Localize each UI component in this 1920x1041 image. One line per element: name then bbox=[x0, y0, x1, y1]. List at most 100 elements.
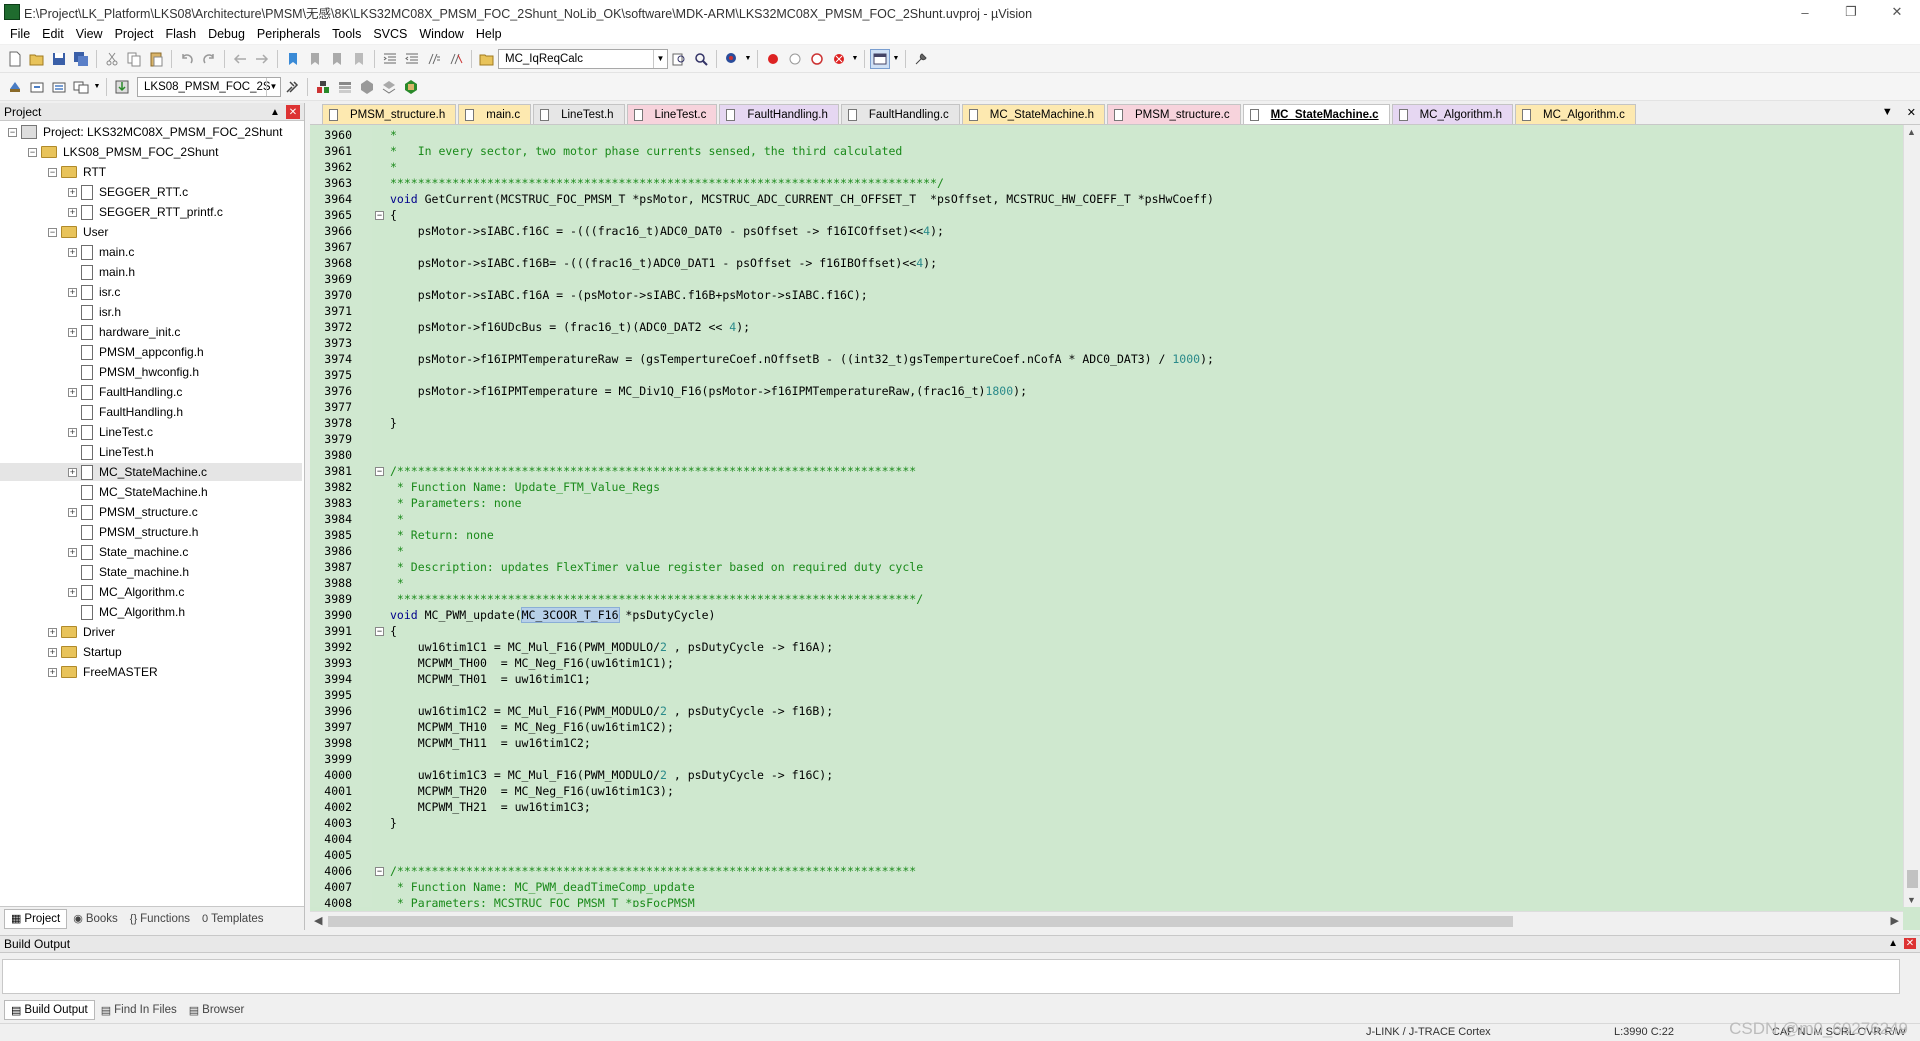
expand-icon[interactable]: + bbox=[68, 187, 77, 197]
expand-icon[interactable]: + bbox=[48, 667, 57, 677]
editor-tab[interactable]: MC_Algorithm.h bbox=[1391, 104, 1514, 124]
manage-rte-icon[interactable] bbox=[401, 77, 421, 97]
save-all-icon[interactable] bbox=[71, 49, 91, 69]
undo-icon[interactable] bbox=[177, 49, 197, 69]
expand-icon[interactable]: + bbox=[68, 467, 77, 477]
menu-view[interactable]: View bbox=[70, 24, 109, 44]
fold-icon[interactable]: − bbox=[375, 867, 384, 876]
expand-icon[interactable]: + bbox=[48, 627, 57, 637]
tab-browser[interactable]: ▤ Browser bbox=[183, 1000, 251, 1020]
close-panel-icon[interactable]: ✕ bbox=[286, 105, 300, 119]
horizontal-scroll-thumb[interactable] bbox=[328, 916, 1513, 927]
incremental-find-icon[interactable] bbox=[691, 49, 711, 69]
tree-item[interactable]: PMSM_appconfig.h bbox=[68, 343, 204, 361]
tree-item[interactable]: − Project: LKS32MC08X_PMSM_FOC_2Shunt bbox=[8, 123, 282, 141]
editor-tab[interactable]: PMSM_structure.h bbox=[322, 104, 457, 124]
editor-tab[interactable]: MC_StateMachine.c bbox=[1242, 104, 1390, 124]
find-in-files-icon[interactable] bbox=[477, 49, 497, 69]
open-folder-icon[interactable] bbox=[27, 49, 47, 69]
pin-icon[interactable]: ▲ bbox=[1888, 938, 1898, 949]
expand-icon[interactable]: + bbox=[68, 587, 77, 597]
tree-item[interactable]: MC_StateMachine.h bbox=[68, 483, 208, 501]
find-icon[interactable] bbox=[669, 49, 689, 69]
tree-item[interactable]: main.h bbox=[68, 263, 135, 281]
expand-icon[interactable]: + bbox=[68, 287, 77, 297]
expand-icon[interactable]: + bbox=[68, 387, 77, 397]
menu-flash[interactable]: Flash bbox=[159, 24, 202, 44]
editor-tab[interactable]: FaultHandling.c bbox=[840, 104, 960, 124]
scroll-up-icon[interactable]: ▲ bbox=[1907, 127, 1916, 137]
tree-item[interactable]: State_machine.h bbox=[68, 563, 189, 581]
menu-help[interactable]: Help bbox=[470, 24, 508, 44]
function-combo[interactable]: MC_IqReqCalc ▼ bbox=[498, 48, 668, 69]
breakpoint-enable-icon[interactable] bbox=[785, 49, 805, 69]
chevron-down-icon[interactable]: ▼ bbox=[266, 77, 280, 96]
window-layout-icon[interactable] bbox=[870, 48, 890, 69]
editor-tab[interactable]: MC_Algorithm.c bbox=[1515, 104, 1636, 124]
tab-functions[interactable]: {} Functions bbox=[124, 909, 196, 929]
navigate-back-icon[interactable] bbox=[230, 49, 250, 69]
editor-tab[interactable]: PMSM_structure.c bbox=[1107, 104, 1241, 124]
navigate-forward-icon[interactable] bbox=[252, 49, 272, 69]
tab-books[interactable]: ◉ Books bbox=[67, 909, 124, 929]
close-panel-icon[interactable]: ✕ bbox=[1904, 938, 1916, 949]
expand-icon[interactable]: + bbox=[68, 247, 77, 257]
tree-item[interactable]: + MC_Algorithm.c bbox=[68, 583, 184, 601]
tree-item[interactable]: LineTest.h bbox=[68, 443, 154, 461]
indent-icon[interactable] bbox=[380, 49, 400, 69]
menu-peripherals[interactable]: Peripherals bbox=[251, 24, 326, 44]
collapse-icon[interactable]: − bbox=[28, 147, 37, 157]
menu-edit[interactable]: Edit bbox=[36, 24, 70, 44]
dropdown-arrow-icon[interactable]: ▼ bbox=[892, 49, 900, 69]
new-file-icon[interactable] bbox=[5, 49, 25, 69]
tree-item[interactable]: MC_Algorithm.h bbox=[68, 603, 185, 621]
tree-item[interactable]: − RTT bbox=[48, 163, 106, 181]
tab-project[interactable]: ▦ Project bbox=[4, 908, 68, 929]
build-icon[interactable] bbox=[27, 77, 47, 97]
expand-icon[interactable]: + bbox=[68, 207, 77, 217]
menu-debug[interactable]: Debug bbox=[202, 24, 251, 44]
manage-project-items-icon[interactable] bbox=[313, 77, 333, 97]
tree-item[interactable]: + FreeMASTER bbox=[48, 663, 158, 681]
tab-build-output[interactable]: ▤ Build Output bbox=[4, 1000, 95, 1020]
expand-icon[interactable]: + bbox=[48, 647, 57, 657]
minimize-icon[interactable]: – bbox=[1782, 0, 1828, 24]
editor-tab[interactable]: FaultHandling.h bbox=[719, 104, 839, 124]
copy-icon[interactable] bbox=[124, 49, 144, 69]
target-options-icon[interactable] bbox=[282, 77, 302, 97]
tree-item[interactable]: + MC_StateMachine.c bbox=[0, 463, 302, 481]
editor-tab[interactable]: main.c bbox=[458, 104, 532, 124]
tab-find-in-files[interactable]: ▤ Find In Files bbox=[95, 1000, 183, 1020]
download-icon[interactable] bbox=[112, 77, 132, 97]
restore-icon[interactable]: ❐ bbox=[1828, 0, 1874, 24]
select-packs-icon[interactable] bbox=[379, 77, 399, 97]
batch-build-icon[interactable] bbox=[71, 77, 91, 97]
chevron-down-icon[interactable]: ▼ bbox=[653, 49, 667, 68]
tree-item[interactable]: + main.c bbox=[68, 243, 134, 261]
save-icon[interactable] bbox=[49, 49, 69, 69]
expand-icon[interactable]: + bbox=[68, 547, 77, 557]
scroll-down-icon[interactable]: ▼ bbox=[1907, 895, 1916, 905]
tree-item[interactable]: PMSM_hwconfig.h bbox=[68, 363, 199, 381]
cut-icon[interactable] bbox=[102, 49, 122, 69]
tree-item[interactable]: + SEGGER_RTT.c bbox=[68, 183, 188, 201]
tab-list-icon[interactable]: ▼ bbox=[1882, 106, 1893, 119]
close-icon[interactable]: ✕ bbox=[1874, 0, 1920, 24]
menu-svcs[interactable]: SVCS bbox=[367, 24, 413, 44]
tree-item[interactable]: + hardware_init.c bbox=[68, 323, 180, 341]
breakpoint-insert-icon[interactable] bbox=[763, 49, 783, 69]
horizontal-scrollbar[interactable]: ◀ ▶ bbox=[310, 911, 1903, 930]
pack-installer-icon[interactable] bbox=[357, 77, 377, 97]
tree-item[interactable]: + LineTest.c bbox=[68, 423, 153, 441]
configure-tools-icon[interactable] bbox=[911, 49, 931, 69]
run-time-environment-icon[interactable] bbox=[335, 77, 355, 97]
rebuild-icon[interactable] bbox=[49, 77, 69, 97]
pin-icon[interactable]: ▲ bbox=[268, 105, 282, 119]
collapse-icon[interactable]: − bbox=[48, 227, 57, 237]
tree-item[interactable]: + SEGGER_RTT_printf.c bbox=[68, 203, 223, 221]
expand-icon[interactable]: + bbox=[68, 327, 77, 337]
close-tab-icon[interactable]: ✕ bbox=[1907, 106, 1916, 119]
editor-tab[interactable]: LineTest.h bbox=[533, 104, 625, 124]
menu-project[interactable]: Project bbox=[109, 24, 160, 44]
bookmark-clear-icon[interactable] bbox=[349, 49, 369, 69]
